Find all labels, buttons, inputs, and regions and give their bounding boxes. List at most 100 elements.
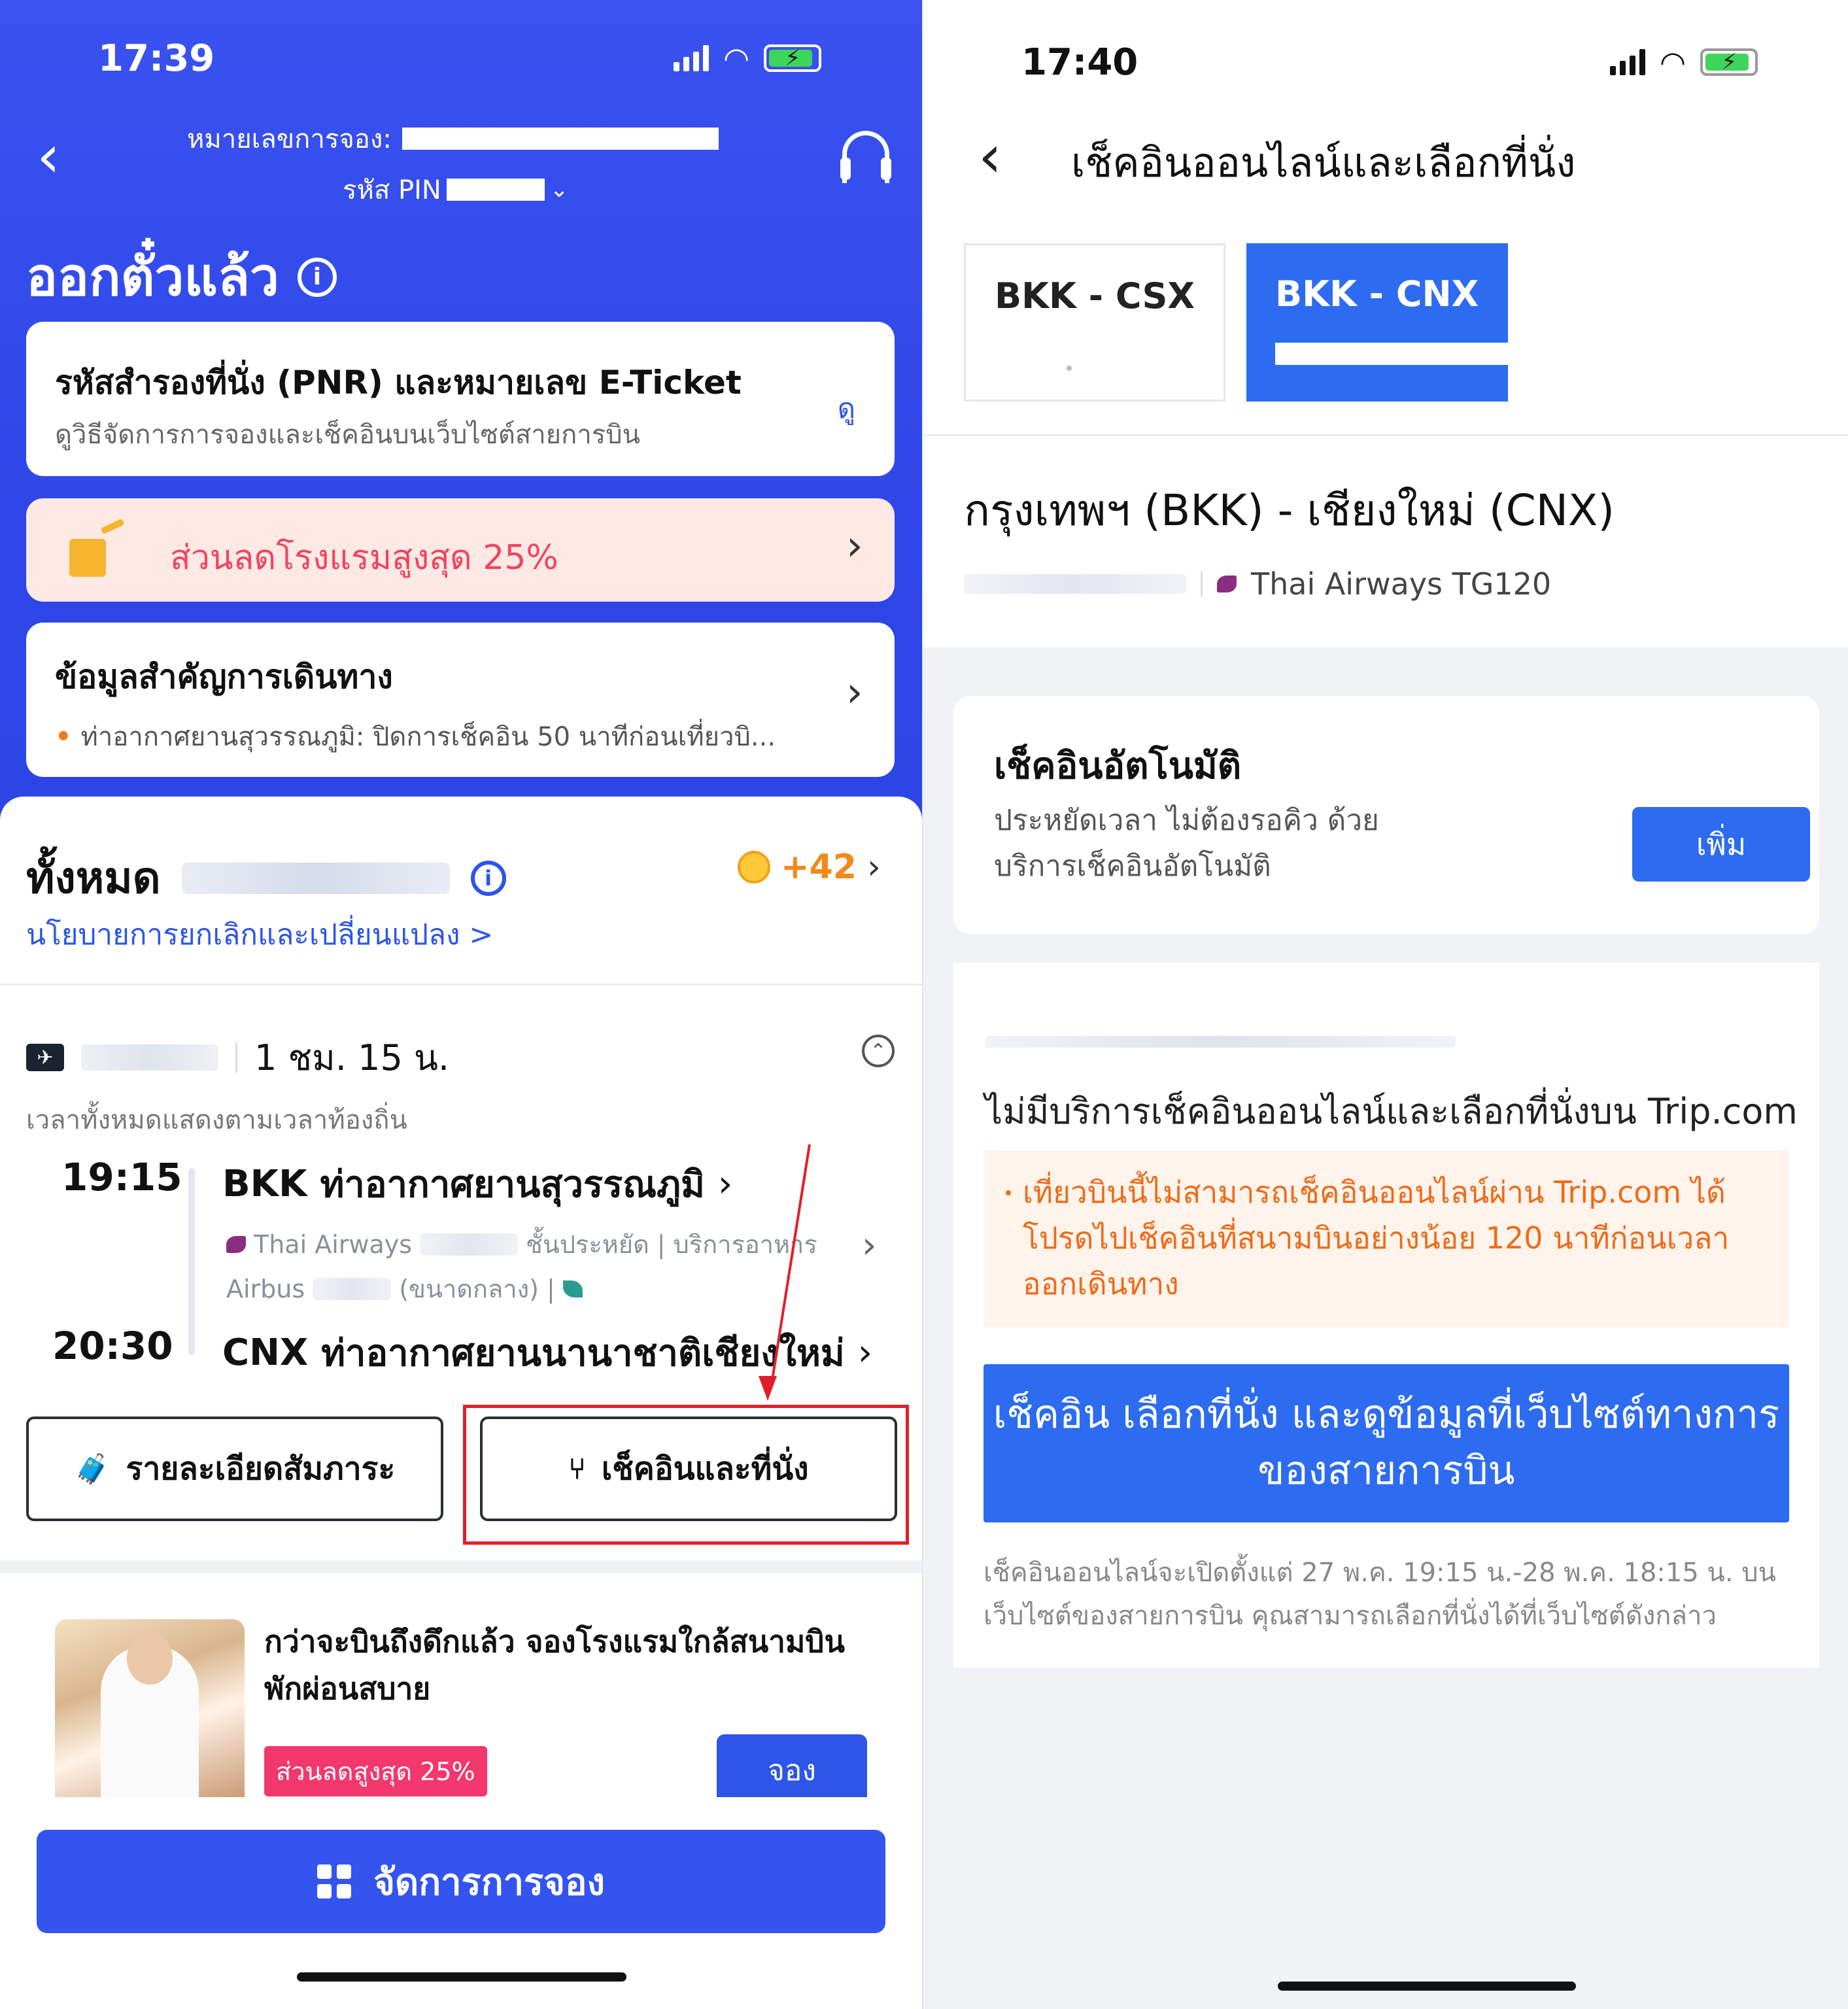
divider (923, 434, 1848, 436)
local-time-note: เวลาทั้งหมดแสดงตามเวลาท้องถิ่น (26, 1105, 407, 1135)
warning-box: เที่ยวบินนี้ไม่สามารถเช็คอินออนไลน์ผ่าน … (984, 1150, 1789, 1328)
customer-service-icon[interactable] (840, 131, 891, 183)
aircraft-size: (ขนาดกลาง) (399, 1275, 539, 1303)
annotation-highlight-box (463, 1405, 909, 1545)
pin-redacted (446, 179, 545, 201)
status-bar: 17:40 ◠ ⚡ (1021, 33, 1806, 92)
timeline-line (188, 1168, 195, 1355)
no-service-title: ไม่มีบริการเช็คอินออนไลน์และเลือกที่นั่ง… (985, 1091, 1798, 1132)
no-online-checkin-card: ไม่มีบริการเช็คอินออนไลน์และเลือกที่นั่ง… (953, 963, 1819, 1668)
tab-label: BKK - CNX (1275, 273, 1479, 315)
pin-code[interactable]: รหัส PIN ⌄ (343, 169, 568, 211)
add-auto-checkin-button[interactable]: เพิ่ม (1632, 807, 1810, 882)
wifi-icon: ◠ (1660, 44, 1686, 80)
booking-number: หมายเลขการจอง: (187, 118, 719, 160)
tab-label: BKK - CSX (995, 275, 1195, 317)
status-time: 17:39 (98, 37, 215, 80)
aircraft-model-redacted (313, 1277, 392, 1300)
flight-duration: 1 ชม. 15 น. (254, 1037, 450, 1078)
signal-icon (674, 45, 709, 71)
flight-date-redacted (964, 574, 1186, 594)
travel-info-title: ข้อมูลสำคัญการเดินทาง (55, 658, 393, 696)
battery-icon: ⚡ (764, 44, 822, 72)
hotel-book-button[interactable]: จอง (717, 1734, 867, 1798)
route-title: กรุงเทพฯ (BKK) - เชียงใหม่ (CNX) (964, 485, 1615, 536)
hotel-discount-banner[interactable]: ส่วนลดโรงแรมสูงสุด 25% › (26, 498, 895, 602)
pnr-view-link[interactable]: ดู (838, 387, 855, 430)
departure-time: 19:15 (61, 1155, 182, 1199)
status-icons: ◠ ⚡ (1610, 44, 1758, 80)
hotel-photo (55, 1619, 245, 1798)
battery-icon: ⚡ (1700, 48, 1758, 76)
chevron-right-icon: › (857, 1331, 873, 1374)
section-gap (0, 1560, 922, 1573)
departure-airport[interactable]: BKK ท่าอากาศยานสุวรรณภูมิ › (222, 1155, 732, 1213)
info-icon[interactable]: i (297, 257, 337, 297)
hotel-recommendation-card[interactable]: กว่าจะบินถึงดึกแล้ว จองโรงแรมใกล้สนามบิน… (26, 1592, 895, 1798)
luggage-icon: 🧳 (74, 1452, 111, 1486)
ticket-status-text: ออกตั๋วแล้ว (26, 247, 279, 307)
annotation-arrow-head (759, 1376, 777, 1401)
page-title: เช็คอินออนไลน์และเลือกที่นั่ง (1071, 139, 1576, 186)
hotel-recommendation-title: กว่าจะบินถึงดึกแล้ว จองโรงแรมใกล้สนามบิน… (264, 1624, 845, 1706)
back-button[interactable]: ‹ (978, 128, 1002, 186)
pnr-subtitle: ดูวิธีจัดการการจองและเช็คอินบนเว็บไซต์สา… (55, 420, 641, 450)
right-screen: 17:40 ◠ ⚡ ‹ เช็คอินออนไลน์และเลือกที่นั่… (923, 0, 1848, 2009)
tab-bkk-csx[interactable]: BKK - CSX (964, 243, 1225, 402)
ticket-status-title: ออกตั๋วแล้ว i (26, 235, 337, 318)
coin-icon (738, 851, 770, 884)
baggage-details-label: รายละเอียดสัมภาระ (126, 1451, 396, 1487)
travel-info-card[interactable]: ข้อมูลสำคัญการเดินทาง • ท่าอากาศยานสุวรร… (26, 623, 895, 777)
chevron-right-icon: › (846, 668, 863, 717)
chevron-right-icon: › (846, 522, 863, 570)
tab-date-redacted (1275, 343, 1511, 365)
checkin-window-note: เช็คอินออนไลน์จะเปิดตั้งแต่ 27 พ.ค. 19:1… (984, 1558, 1776, 1631)
coin-points: +42 (781, 848, 857, 887)
grid-icon (317, 1864, 352, 1898)
manage-booking-button[interactable]: จัดการการจอง (37, 1830, 885, 1933)
plane-icon: ✈ (26, 1044, 64, 1071)
departure-code: BKK (222, 1163, 307, 1205)
manage-booking-label: จัดการการจอง (373, 1861, 605, 1904)
baggage-details-button[interactable]: 🧳 รายละเอียดสัมภาระ (26, 1417, 443, 1521)
hotel-icon (63, 518, 125, 579)
collapse-icon[interactable]: ⌃ (862, 1035, 895, 1067)
home-indicator[interactable] (1278, 1982, 1576, 1991)
departure-airport-name: ท่าอากาศยานสุวรรณภูมิ (320, 1163, 705, 1206)
flight-date-redacted (81, 1044, 218, 1071)
pnr-title: รหัสสำรองที่นั่ง (PNR) และหมายเลข E-Tick… (55, 364, 742, 402)
airline-website-button[interactable]: เช็คอิน เลือกที่นั่ง และดูข้อมูลที่เว็บไ… (984, 1364, 1789, 1522)
warning-text: เที่ยวบินนี้ไม่สามารถเช็คอินออนไลน์ผ่าน … (1023, 1175, 1730, 1301)
pnr-card[interactable]: รหัสสำรองที่นั่ง (PNR) และหมายเลข E-Tick… (26, 322, 895, 476)
chevron-down-icon: ⌄ (549, 177, 569, 203)
price-info-icon[interactable]: i (470, 860, 506, 896)
arrival-airport-name: ท่าอากาศยานนานาชาติเชียงใหม่ (321, 1332, 845, 1375)
back-button[interactable]: ‹ (37, 128, 76, 186)
flight-details-line1: Thai Airways ชั้นประหยัด | บริการอาหาร (226, 1224, 817, 1264)
screen-divider (922, 0, 923, 2009)
cancellation-policy-link[interactable]: นโยบายการยกเลิกและเปลี่ยนแปลง > (26, 912, 493, 957)
flight-number: Thai Airways TG120 (1251, 566, 1552, 602)
flight-details-line2: Airbus (ขนาดกลาง) | (226, 1269, 583, 1309)
hotel-discount-text: ส่วนลดโรงแรมสูงสุด 25% (170, 538, 558, 577)
home-indicator[interactable] (297, 1972, 626, 1982)
auto-checkin-subtitle: ประหยัดเวลา ไม่ต้องรอคิว ด้วยบริการเช็คอ… (994, 804, 1379, 883)
total-amount-redacted (181, 862, 450, 894)
airline-name: Thai Airways (254, 1229, 413, 1259)
pin-label: รหัส PIN (343, 175, 441, 205)
airline-logo-icon (1217, 575, 1237, 592)
total-label: ทั้งหมด (26, 853, 161, 903)
eco-icon (562, 1280, 583, 1297)
arrival-code: CNX (222, 1331, 309, 1374)
trip-coins[interactable]: +42 › (738, 848, 881, 887)
total-price: ทั้งหมด i (26, 844, 506, 912)
chevron-right-icon: › (717, 1163, 733, 1205)
status-time: 17:40 (1021, 41, 1138, 84)
tab-bkk-cnx[interactable]: BKK - CNX (1246, 243, 1511, 402)
auto-checkin-title: เช็คอินอัตโนมัติ (994, 745, 1242, 787)
flight-details-chevron-icon[interactable]: › (862, 1224, 876, 1267)
auto-checkin-card: เช็คอินอัตโนมัติ ประหยัดเวลา ไม่ต้องรอคิ… (953, 696, 1819, 934)
flight-header-redacted (985, 1036, 1456, 1048)
flight-number-redacted (420, 1233, 519, 1256)
status-bar: 17:39 ◠ ⚡ (98, 29, 883, 88)
